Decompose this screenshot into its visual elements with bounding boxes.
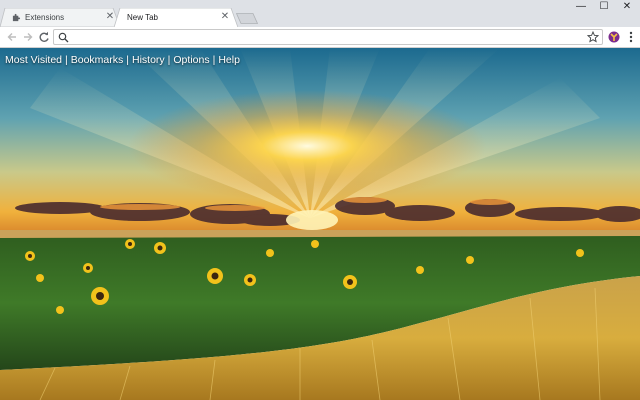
background-image (0, 48, 640, 400)
new-tab-page: Most Visited | Bookmarks | History | Options | H… (0, 48, 640, 400)
toolbar (0, 27, 640, 48)
tab-title: Extensions (25, 13, 65, 22)
new-tab-button[interactable] (236, 13, 258, 24)
menu-dots-icon[interactable] (626, 30, 636, 44)
back-arrow-icon[interactable] (5, 30, 19, 44)
tab-title: New Tab (127, 13, 158, 22)
link-help[interactable]: Help (218, 54, 240, 66)
link-most-visited[interactable]: Most Visited (5, 54, 62, 66)
tab-extensions[interactable]: Extensions ✕ (0, 8, 120, 27)
link-history[interactable]: History (132, 54, 165, 66)
link-separator: | (212, 54, 216, 66)
link-separator: | (65, 54, 68, 66)
window-close-button[interactable]: ✕ (614, 0, 640, 15)
bookmark-star-icon[interactable] (587, 31, 599, 43)
link-separator: | (126, 54, 129, 66)
link-bookmarks[interactable]: Bookmarks (71, 54, 124, 66)
tab-strip: Extensions ✕ New Tab ✕ — ☐ ✕ (0, 0, 640, 27)
extension-icon[interactable] (607, 30, 621, 44)
top-nav-links: Most Visited | Bookmarks | History | Options | H… (5, 54, 240, 66)
forward-arrow-icon[interactable] (21, 30, 35, 44)
link-options[interactable]: Options (173, 54, 209, 66)
address-bar[interactable] (53, 29, 603, 45)
search-icon (58, 32, 69, 43)
url-input[interactable] (73, 31, 573, 43)
close-icon[interactable]: ✕ (219, 11, 231, 23)
tab-new-tab[interactable]: New Tab ✕ (114, 8, 238, 27)
puzzle-icon (12, 13, 21, 22)
link-separator: | (167, 54, 171, 66)
reload-icon[interactable] (37, 30, 51, 44)
